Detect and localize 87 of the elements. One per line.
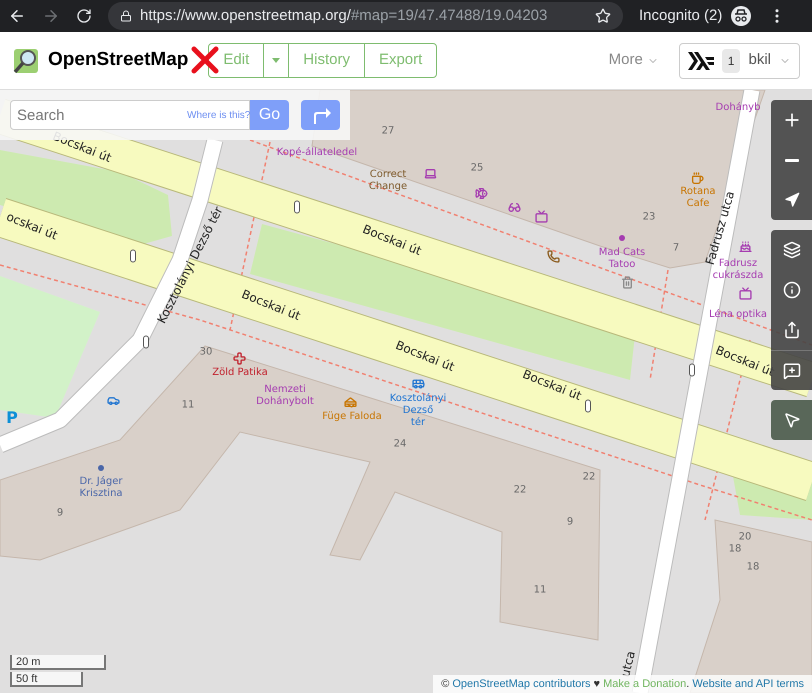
query-features-button[interactable]	[771, 400, 812, 440]
place-label: Dohányb	[716, 102, 760, 114]
house-number: 27	[382, 124, 394, 138]
heart-symbol: ♥	[594, 676, 600, 692]
cake-icon	[739, 240, 752, 253]
place-label: Léna optika	[708, 309, 768, 321]
house-number: 25	[470, 162, 484, 176]
place-label: Zöld Patika	[212, 367, 268, 379]
map-canvas[interactable]	[0, 90, 812, 693]
lock-icon	[120, 10, 132, 22]
user-avatar-icon	[688, 52, 714, 70]
glasses-icon	[508, 201, 521, 214]
copyright-symbol: ©	[441, 676, 450, 692]
place-label: Dr. Jáger Krisztina	[79, 476, 123, 500]
waste-basket-icon	[621, 276, 634, 289]
house-number: 22	[514, 484, 526, 498]
share-icon	[782, 321, 800, 339]
place-label: Füge Faloda	[322, 411, 382, 423]
site-title[interactable]: OpenStreetMap	[48, 46, 188, 75]
scale-bar: 20 m	[10, 655, 106, 670]
notification-count: 1	[722, 48, 740, 72]
url-host: https://www.openstreetmap.org/	[140, 6, 351, 26]
tv-icon	[535, 210, 548, 223]
house-number: 11	[182, 398, 194, 412]
info-icon	[782, 281, 800, 299]
house-number: 18	[746, 560, 760, 574]
scale-bar: 50 ft	[10, 672, 83, 687]
place-label: Kosztolányi Dezső tér	[390, 393, 446, 429]
traffic-signal-icon	[143, 336, 149, 348]
fish-icon	[475, 187, 488, 200]
layers-icon	[782, 241, 800, 259]
traffic-signal-icon	[585, 400, 591, 412]
traffic-signal-icon	[130, 250, 136, 262]
place-label: Nemzeti Dohánybolt	[256, 384, 314, 408]
dot-icon	[98, 465, 104, 471]
house-number: 22	[582, 470, 596, 484]
location-arrow-icon	[784, 192, 800, 208]
bookmark-star-icon[interactable]	[595, 8, 611, 24]
house-number: 24	[394, 438, 406, 452]
laptop-icon	[424, 167, 437, 180]
house-number: 9	[566, 516, 574, 530]
logo-icon[interactable]	[12, 46, 40, 74]
nav-tab[interactable]: History	[288, 44, 364, 77]
nav-tab[interactable]: Edit	[209, 44, 264, 77]
burger-icon	[344, 396, 357, 409]
incognito-label: Incognito (2)	[639, 6, 722, 26]
tv-icon	[739, 287, 752, 300]
traffic-signal-icon	[294, 200, 300, 214]
pointer-icon	[782, 411, 800, 429]
more-menu[interactable]: More	[608, 49, 659, 72]
cup-icon	[691, 172, 704, 185]
reload-icon[interactable]	[76, 8, 92, 24]
contributors-link[interactable]: OpenStreetMap contributors	[452, 676, 591, 692]
taxi-icon	[107, 394, 120, 407]
go-button[interactable]: Go	[250, 100, 290, 130]
dot-icon	[619, 235, 625, 241]
traffic-signal-icon	[689, 364, 695, 376]
house-number: 7	[672, 242, 680, 256]
separator-text: .	[686, 676, 690, 692]
pharmacy-icon	[233, 352, 246, 365]
speech-bubble-plus-icon	[782, 362, 800, 380]
terms-link[interactable]: Website and API terms	[692, 676, 804, 692]
back-icon[interactable]	[8, 7, 26, 25]
phone-icon	[547, 250, 560, 263]
place-label: Mad Cats Tatoo	[598, 247, 646, 271]
address-bar[interactable]: https://www.openstreetmap.org/#map=19/47.47488/19.04203	[108, 2, 623, 30]
url-fragment: #map=19/47.47488/19.04203	[350, 6, 548, 26]
bus-icon	[412, 377, 425, 390]
place-label: P	[6, 412, 18, 424]
minus-icon	[784, 158, 798, 162]
caret-icon	[272, 58, 280, 63]
place-label: Rotana Cafe	[680, 186, 716, 210]
house-number: 30	[200, 346, 212, 360]
directions-button[interactable]	[301, 100, 340, 130]
house-number: 23	[642, 210, 656, 224]
user-menu[interactable]: 1 bkil	[678, 42, 800, 78]
street-label: ocskai út	[4, 208, 60, 244]
nav-tab[interactable]: Export	[364, 44, 436, 77]
where-is-this-link[interactable]: Where is this?	[187, 108, 250, 123]
house-number: 18	[728, 542, 742, 556]
cross-mark-icon	[190, 45, 220, 75]
house-number: 20	[738, 530, 752, 544]
house-number: 9	[56, 506, 64, 520]
forward-icon[interactable]	[42, 7, 60, 25]
incognito-icon[interactable]	[730, 5, 752, 27]
username: bkil	[748, 50, 771, 70]
house-number: 11	[534, 584, 546, 598]
